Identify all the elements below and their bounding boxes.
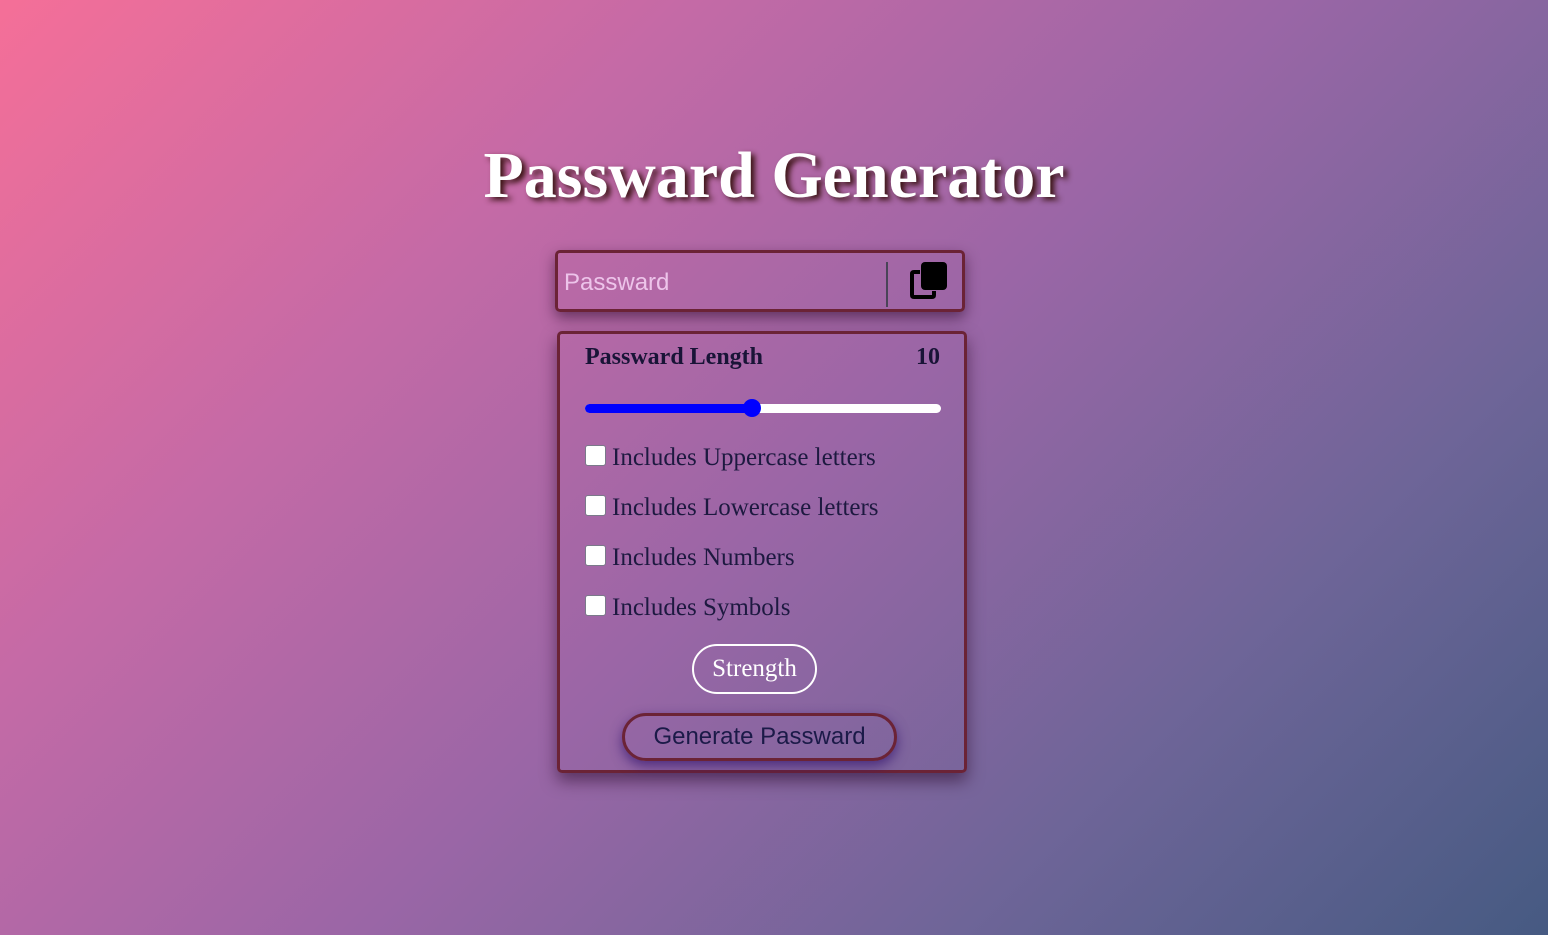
options-card: Passward Length 10 Includes Uppercase le… [557,331,967,773]
length-label: Passward Length [585,344,764,370]
password-display [555,250,965,312]
numbers-checkbox[interactable] [585,544,606,566]
option-symbols[interactable]: Includes Symbols [585,592,790,624]
strength-indicator: Strength [692,644,817,694]
symbols-checkbox[interactable] [585,594,606,616]
numbers-label: Includes Numbers [612,544,795,571]
copy-button[interactable] [908,259,952,301]
copy-icon [910,262,947,299]
length-slider[interactable] [585,399,941,417]
slider-thumb[interactable] [743,399,762,417]
page-title: Passward Generator [483,139,1065,212]
uppercase-checkbox[interactable] [585,444,606,466]
uppercase-label: Includes Uppercase letters [612,444,876,471]
slider-fill [585,404,753,413]
option-numbers[interactable]: Includes Numbers [585,542,795,574]
generate-password-button[interactable]: Generate Passward [622,713,897,761]
option-lowercase[interactable]: Includes Lowercase letters [585,492,879,524]
password-field[interactable] [562,263,884,303]
lowercase-checkbox[interactable] [585,494,606,516]
lowercase-label: Includes Lowercase letters [612,494,879,521]
option-uppercase[interactable]: Includes Uppercase letters [585,442,876,474]
length-value: 10 [916,344,940,370]
divider [886,262,888,307]
symbols-label: Includes Symbols [612,594,791,621]
